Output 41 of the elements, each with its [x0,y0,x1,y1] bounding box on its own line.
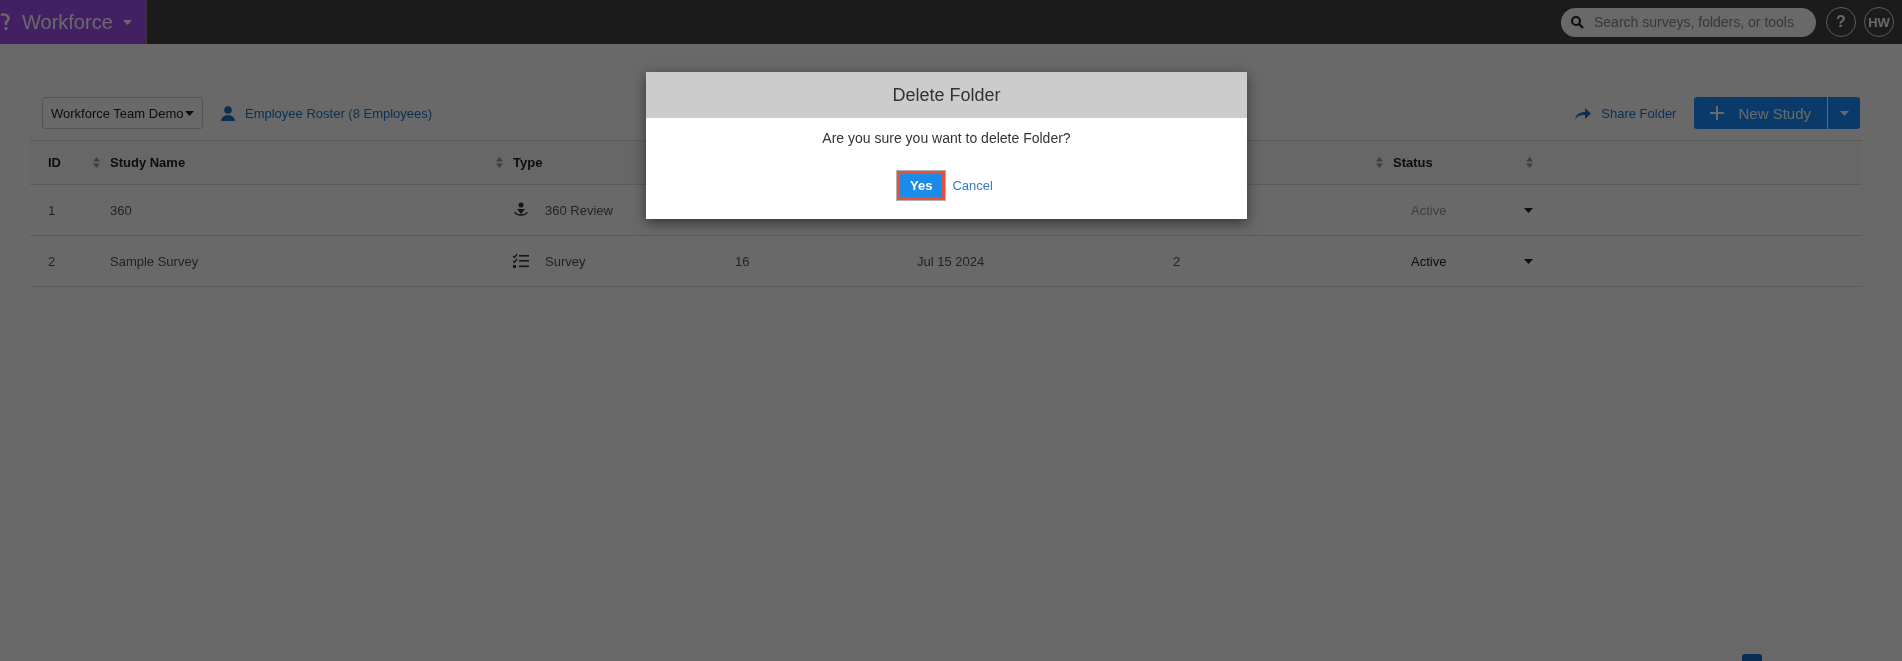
caret-icon [1839,110,1849,116]
table-cell: Survey [545,253,586,269]
new-study-button[interactable]: New Study [1694,97,1827,129]
caret-icon [1524,207,1533,213]
team-select[interactable]: Workforce Team Demo [42,97,203,129]
table-cell: 2 [1173,253,1181,269]
table-cell: 16 [735,253,750,269]
table-cell: 1 [48,202,56,218]
sort-icon[interactable] [1526,157,1533,168]
column-header: Type [513,155,543,170]
status-dropdown[interactable]: Active [1393,253,1543,269]
search-icon [1571,15,1584,29]
new-study-menu-button[interactable] [1827,97,1860,129]
table-cell: 2 [48,253,56,269]
caret-icon [1524,258,1533,264]
dialog-message: Are you sure you want to delete Folder? [822,130,1071,146]
share-folder-link[interactable]: Share Folder [1575,105,1677,121]
plus-icon [1710,106,1725,120]
caret-icon [185,110,194,116]
table-cell: 360 [110,202,132,218]
column-header: Status [1393,155,1433,170]
table-cell: Sample Survey [110,253,199,269]
yes-button[interactable]: Yes [900,174,943,197]
table-cell: Jul 15 2024 [917,253,985,269]
caret-icon [122,19,132,25]
column-header: Study Name [110,155,186,170]
cancel-link[interactable]: Cancel [952,178,993,193]
app-switcher[interactable]: Workforce [0,0,147,44]
sort-icon[interactable] [1376,157,1383,168]
person-cycle-icon [513,202,529,218]
checklist-icon [513,254,529,268]
sort-icon[interactable] [93,157,100,168]
share-arrow-icon [1575,106,1592,120]
roster-link[interactable]: Employee Roster (8 Employees) [221,105,433,121]
person-icon [221,105,235,121]
app-name: Workforce [22,10,113,34]
dialog-title: Delete Folder [892,84,1001,106]
column-header: ID [48,155,61,170]
table-cell: 360 Review [545,202,613,218]
sort-icon[interactable] [496,157,503,168]
logo-icon [0,12,12,32]
